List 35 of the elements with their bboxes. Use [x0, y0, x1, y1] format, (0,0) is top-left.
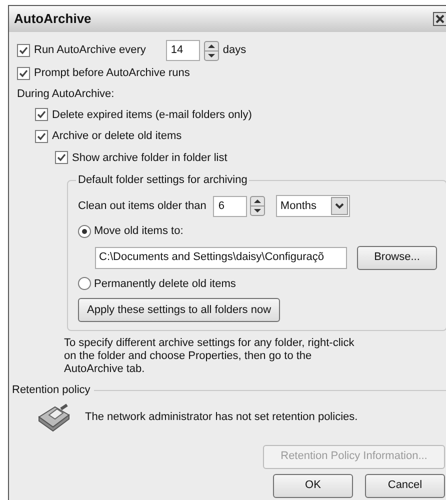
checkbox-label: Run AutoArchive every: [34, 43, 146, 58]
number-field[interactable]: 6: [213, 196, 248, 216]
checkbox-label: Delete expired items (e-mail folders only): [52, 108, 252, 122]
field-label: Clean out items older than: [78, 198, 206, 214]
checkbox[interactable]: [17, 44, 30, 57]
button[interactable]: OK: [273, 474, 353, 498]
spin-buttons[interactable]: [204, 40, 219, 60]
checkbox[interactable]: [35, 108, 48, 122]
checkbox-label: Show archive folder in folder list: [72, 150, 228, 166]
checkbox[interactable]: [17, 66, 30, 80]
button[interactable]: Cancel: [365, 474, 445, 498]
radio-button[interactable]: [78, 277, 91, 290]
radio-label: Permanently delete old items: [94, 276, 236, 292]
path-field[interactable]: C:\Documents and Settings\daisy\Configuraçõ: [95, 246, 347, 268]
info-text: To specify different archive settings for any folder, right-click on the folder and choose Properties, then go to the AutoArchive tab.: [64, 337, 356, 376]
unit-label: days: [222, 43, 246, 58]
group-title: Retention policy: [12, 383, 90, 398]
close-icon[interactable]: [433, 12, 446, 26]
checkbox-label: Archive or delete old items: [52, 129, 182, 144]
group-title: Default folder settings for archiving: [76, 172, 250, 188]
radio-button[interactable]: [78, 224, 91, 238]
button[interactable]: Browse...: [357, 246, 437, 270]
checkbox-label: Prompt before AutoArchive runs: [34, 66, 190, 81]
number-field[interactable]: 14: [166, 40, 200, 61]
checkbox[interactable]: [55, 151, 68, 164]
message-text: The network administrator has not set retention policies.: [85, 410, 358, 426]
dropdown-value: Months: [280, 198, 316, 214]
checkbox[interactable]: [35, 130, 48, 143]
window-title: AutoArchive: [14, 10, 92, 28]
spin-buttons[interactable]: [250, 196, 266, 216]
section-label: During AutoArchive:: [17, 86, 116, 102]
radio-label: Move old items to:: [94, 224, 184, 239]
tray-icon: [37, 402, 71, 432]
unit-dropdown[interactable]: Months: [276, 195, 350, 217]
button[interactable]: Apply these settings to all folders now: [78, 298, 280, 322]
